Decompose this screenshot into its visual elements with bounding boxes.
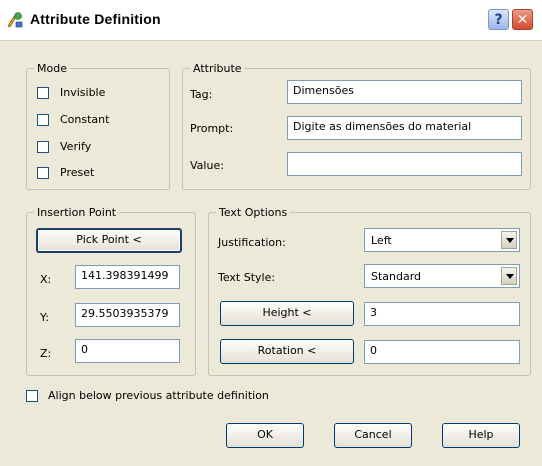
invisible-checkbox[interactable] (37, 87, 49, 99)
rotation-field[interactable]: 0 (364, 340, 520, 364)
text-style-select[interactable]: Standard (364, 264, 520, 288)
preset-checkbox[interactable] (37, 167, 49, 179)
attribute-definition-icon (7, 12, 23, 28)
text-options-legend: Text Options (219, 206, 288, 219)
preset-label[interactable]: Preset (60, 166, 94, 179)
verify-label[interactable]: Verify (60, 140, 91, 153)
text-style-label: Text Style: (218, 271, 276, 284)
value-label: Value: (190, 159, 224, 172)
title-bar: Attribute Definition ? ✕ (0, 0, 542, 41)
cancel-button[interactable]: Cancel (334, 423, 412, 448)
close-icon[interactable]: ✕ (512, 9, 533, 30)
prompt-field[interactable]: Digite as dimensões do material (287, 116, 522, 140)
value-field[interactable] (287, 152, 522, 176)
chevron-down-icon[interactable] (501, 231, 517, 249)
align-below-checkbox[interactable] (26, 390, 38, 402)
window-title: Attribute Definition (30, 11, 161, 27)
z-label: Z: (40, 347, 52, 360)
attribute-legend: Attribute (193, 62, 242, 75)
justification-select[interactable]: Left (364, 228, 520, 252)
prompt-label: Prompt: (190, 122, 234, 135)
mode-legend: Mode (37, 62, 67, 75)
ok-button[interactable]: OK (226, 423, 304, 448)
justification-label: Justification: (218, 236, 286, 249)
invisible-label[interactable]: Invisible (60, 86, 105, 99)
align-below-label[interactable]: Align below previous attribute definitio… (48, 389, 269, 402)
tag-label: Tag: (190, 88, 213, 101)
y-label: Y: (40, 311, 49, 324)
help-icon[interactable]: ? (488, 9, 509, 30)
attribute-definition-dialog: Attribute Definition ? ✕ Mode Invisible … (0, 0, 542, 466)
insertion-point-legend: Insertion Point (37, 206, 117, 219)
constant-label[interactable]: Constant (60, 113, 109, 126)
justification-value: Left (371, 234, 392, 247)
tag-field[interactable]: Dimensões (287, 80, 522, 104)
constant-checkbox[interactable] (37, 114, 49, 126)
height-field[interactable]: 3 (364, 302, 520, 326)
z-field[interactable]: 0 (75, 339, 180, 363)
height-button[interactable]: Height < (220, 301, 354, 326)
verify-checkbox[interactable] (37, 141, 49, 153)
y-field[interactable]: 29.5503935379 (75, 303, 180, 327)
text-style-value: Standard (371, 270, 422, 283)
chevron-down-icon[interactable] (501, 267, 517, 285)
pick-point-button[interactable]: Pick Point < (36, 228, 182, 253)
rotation-button[interactable]: Rotation < (220, 339, 354, 364)
x-label: X: (40, 273, 52, 286)
x-field[interactable]: 141.398391499 (75, 265, 180, 289)
help-button[interactable]: Help (442, 423, 520, 448)
